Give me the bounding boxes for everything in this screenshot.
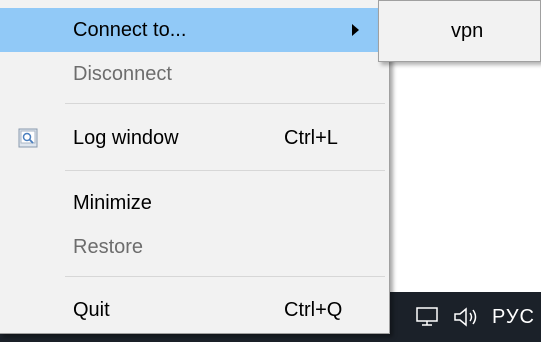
menu-item-connect-to[interactable]: Connect to... <box>0 8 389 52</box>
language-indicator[interactable]: РУС <box>492 306 535 329</box>
menu-item-quit[interactable]: Quit Ctrl+Q <box>0 288 389 332</box>
menu-item-label: Minimize <box>73 191 152 214</box>
menu-item-label: Restore <box>73 235 144 258</box>
menu-item-restore[interactable]: Restore <box>0 225 389 269</box>
menu-item-label: Log window <box>73 126 179 149</box>
menu-item-shortcut: Ctrl+L <box>284 126 338 149</box>
menu-item-shortcut: Ctrl+Q <box>284 298 343 321</box>
menu-separator <box>65 170 385 171</box>
menu-item-minimize[interactable]: Minimize <box>0 181 389 225</box>
system-tray: РУС <box>414 292 541 342</box>
connect-to-submenu: vpn <box>378 0 541 62</box>
menu-separator <box>65 103 385 104</box>
tray-context-menu: Connect to... Disconnect Log window Ctrl… <box>0 0 390 334</box>
submenu-arrow-icon <box>352 24 359 36</box>
menu-item-label: Disconnect <box>73 62 172 85</box>
submenu-item-label: vpn <box>451 19 484 42</box>
screen: РУС Connect to... Disconnect Log window … <box>0 0 541 342</box>
network-icon[interactable] <box>414 305 442 329</box>
menu-item-label: Connect to... <box>73 18 187 41</box>
submenu-item-vpn[interactable]: vpn <box>383 9 533 53</box>
menu-item-label: Quit <box>73 298 110 321</box>
menu-item-log-window[interactable]: Log window Ctrl+L <box>0 116 389 160</box>
log-window-icon <box>18 128 38 148</box>
menu-separator <box>65 276 385 277</box>
menu-item-disconnect[interactable]: Disconnect <box>0 52 389 96</box>
speaker-icon[interactable] <box>452 305 482 329</box>
